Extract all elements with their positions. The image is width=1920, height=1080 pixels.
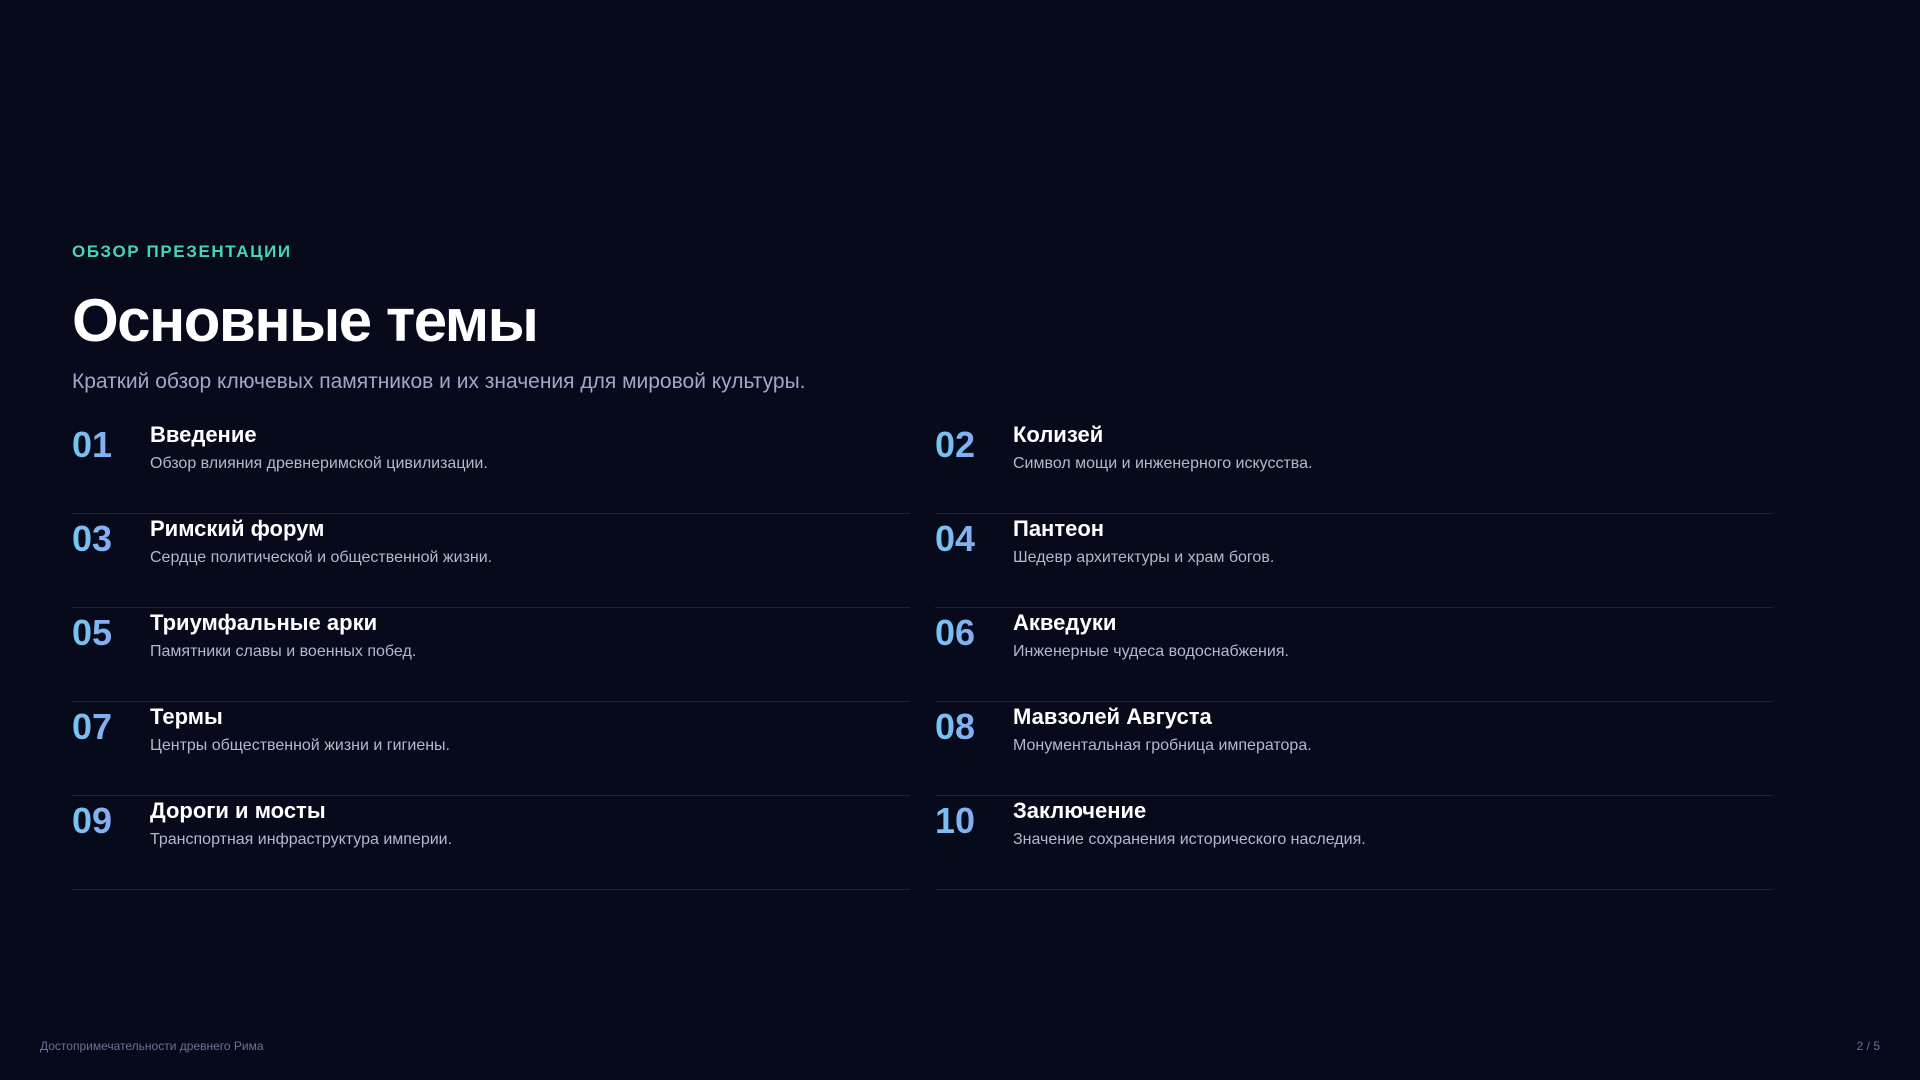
slide: ОБЗОР ПРЕЗЕНТАЦИИ Основные темы Краткий … <box>0 0 1920 1080</box>
topic-number: 02 <box>935 425 1013 465</box>
topic-description: Транспортная инфраструктура империи. <box>150 831 453 848</box>
topic-number: 10 <box>935 801 1013 841</box>
topic-item: 03 Римский форум Сердце политической и о… <box>72 515 910 608</box>
topic-description: Инженерные чудеса водоснабжения. <box>1013 643 1289 660</box>
topic-description: Шедевр архитектуры и храм богов. <box>1013 549 1275 566</box>
topic-title: Триумфальные арки <box>150 610 378 635</box>
topic-text: Дороги и мосты Транспортная инфраструкту… <box>150 797 452 850</box>
topic-text: Колизей Символ мощи и инженерного искусс… <box>1013 421 1312 474</box>
topic-text: Мавзолей Августа Монументальная гробница… <box>1013 703 1312 756</box>
topic-description: Обзор влияния древнеримской цивилизации. <box>150 455 488 472</box>
topic-number: 06 <box>935 613 1013 653</box>
topic-title: Акведуки <box>1013 610 1117 635</box>
footer-presentation-title: Достопримечательности древнего Рима <box>40 1039 264 1053</box>
topic-item: 08 Мавзолей Августа Монументальная гробн… <box>935 703 1773 796</box>
topic-description: Сердце политической и общественной жизни… <box>150 549 493 566</box>
slide-content: ОБЗОР ПРЕЗЕНТАЦИИ Основные темы Краткий … <box>72 241 1773 891</box>
topic-text: Триумфальные арки Памятники славы и воен… <box>150 609 416 662</box>
topic-number: 09 <box>72 801 150 841</box>
topics-grid: 01 Введение Обзор влияния древнеримской … <box>72 421 1773 891</box>
topic-item: 05 Триумфальные арки Памятники славы и в… <box>72 609 910 702</box>
topic-number: 01 <box>72 425 150 465</box>
topic-item: 04 Пантеон Шедевр архитектуры и храм бог… <box>935 515 1773 608</box>
topic-description: Монументальная гробница императора. <box>1013 737 1312 754</box>
topic-text: Заключение Значение сохранения историчес… <box>1013 797 1366 850</box>
topic-item: 01 Введение Обзор влияния древнеримской … <box>72 421 910 514</box>
topic-item: 06 Акведуки Инженерные чудеса водоснабже… <box>935 609 1773 702</box>
topic-description: Значение сохранения исторического наслед… <box>1013 831 1366 848</box>
topic-description: Символ мощи и инженерного искусства. <box>1013 455 1313 472</box>
slide-title: Основные темы <box>72 287 539 354</box>
topic-text: Римский форум Сердце политической и обще… <box>150 515 492 568</box>
topic-text: Термы Центры общественной жизни и гигиен… <box>150 703 450 756</box>
topic-text: Пантеон Шедевр архитектуры и храм богов. <box>1013 515 1274 568</box>
topic-title: Термы <box>150 704 223 729</box>
topic-item: 02 Колизей Символ мощи и инженерного иск… <box>935 421 1773 514</box>
topic-title: Мавзолей Августа <box>1013 704 1212 729</box>
topic-title: Пантеон <box>1013 516 1105 541</box>
topic-item: 09 Дороги и мосты Транспортная инфрастру… <box>72 797 910 890</box>
topic-item: 10 Заключение Значение сохранения истори… <box>935 797 1773 890</box>
topic-description: Памятники славы и военных побед. <box>150 643 417 660</box>
topic-number: 03 <box>72 519 150 559</box>
topic-item: 07 Термы Центры общественной жизни и гиг… <box>72 703 910 796</box>
topic-number: 05 <box>72 613 150 653</box>
topic-title: Дороги и мосты <box>150 798 326 823</box>
topic-title: Введение <box>150 422 257 447</box>
topic-text: Введение Обзор влияния древнеримской цив… <box>150 421 488 474</box>
topic-description: Центры общественной жизни и гигиены. <box>150 737 450 754</box>
topic-title: Римский форум <box>150 516 325 541</box>
footer-page-indicator: 2 / 5 <box>1856 1039 1880 1053</box>
topic-number: 08 <box>935 707 1013 747</box>
topic-text: Акведуки Инженерные чудеса водоснабжения… <box>1013 609 1289 662</box>
topic-number: 07 <box>72 707 150 747</box>
topic-number: 04 <box>935 519 1013 559</box>
eyebrow-label: ОБЗОР ПРЕЗЕНТАЦИИ <box>72 242 292 261</box>
topic-title: Колизей <box>1013 422 1104 447</box>
slide-subtitle: Краткий обзор ключевых памятников и их з… <box>72 370 806 393</box>
topic-title: Заключение <box>1013 798 1147 823</box>
